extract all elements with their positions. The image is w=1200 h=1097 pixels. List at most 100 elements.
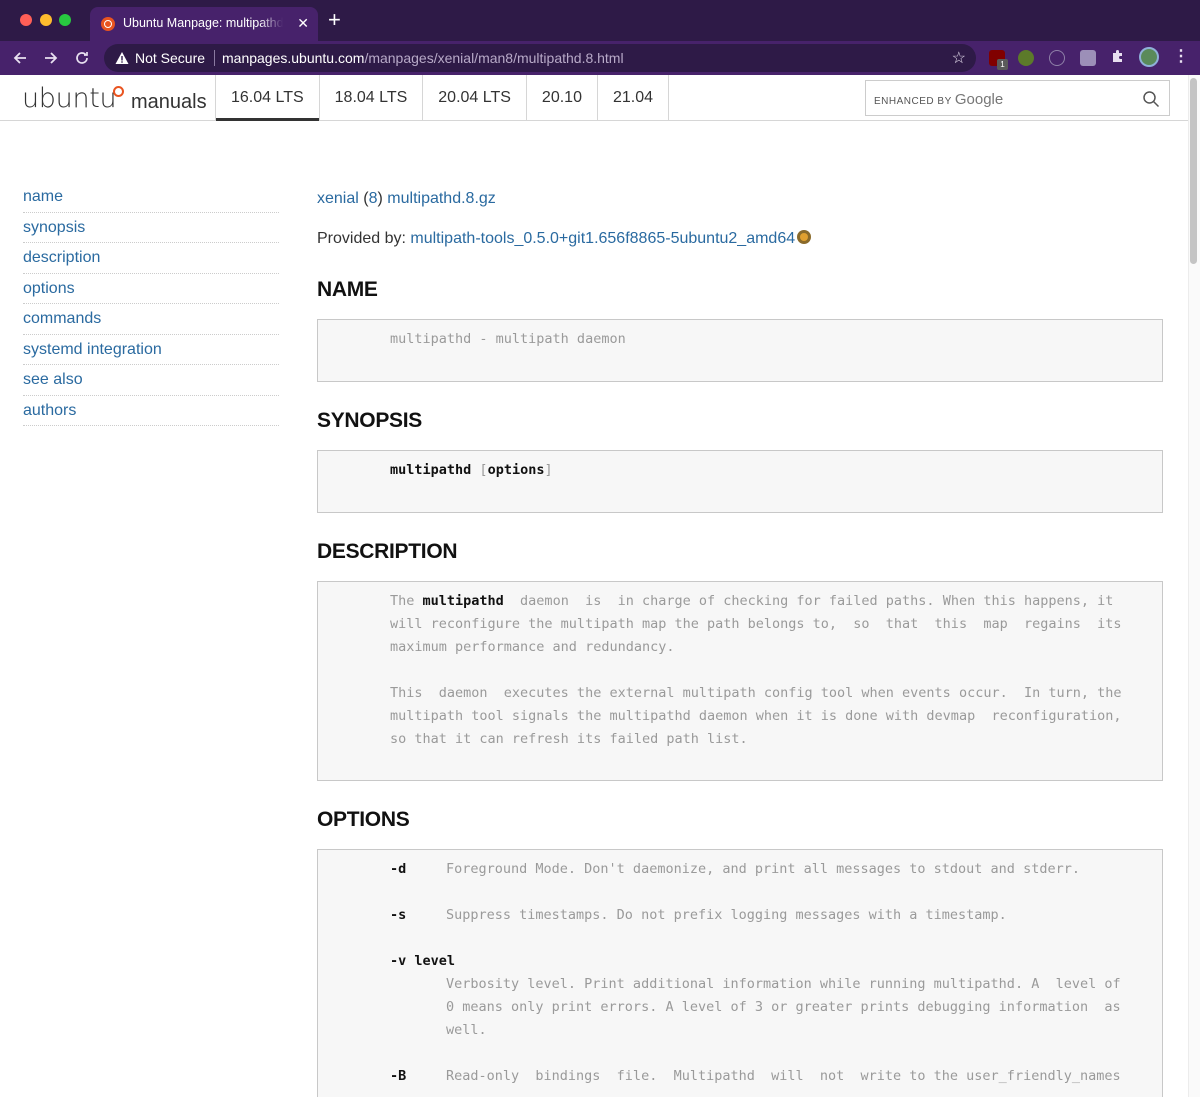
- url-text[interactable]: manpages.ubuntu.com/manpages/xenial/man8…: [222, 50, 624, 66]
- description-box: The multipathd daemon is in charge of ch…: [317, 581, 1163, 781]
- camera-extension-icon[interactable]: [1080, 50, 1096, 66]
- package-link[interactable]: multipath-tools_0.5.0+git1.656f8865-5ubu…: [410, 230, 795, 247]
- reload-button[interactable]: [71, 47, 93, 69]
- warning-icon: [115, 52, 129, 64]
- heading-synopsis: SYNOPSIS: [317, 409, 422, 432]
- ubuntu-favicon-icon: [101, 17, 115, 31]
- manpage-content: xenial (8) multipathd.8.gz Provided by: …: [317, 190, 1163, 1097]
- option-v: -v level: [390, 950, 1162, 973]
- desc-p1-bold: multipathd: [422, 593, 504, 609]
- option-d: -d Foreground Mode. Don't daemonize, and …: [390, 858, 1162, 881]
- extension-badge: 1: [997, 59, 1008, 70]
- back-button[interactable]: [9, 47, 31, 69]
- extensions-puzzle-icon[interactable]: [1110, 48, 1128, 66]
- search-placeholder: ENHANCED BY Google: [874, 91, 1003, 108]
- ubuntu-logo[interactable]: ubuntu: [22, 83, 117, 114]
- desc-p1-l1: daemon is in charge of checking for fail…: [503, 593, 1114, 609]
- option-b-flag: -B: [390, 1068, 407, 1084]
- browser-menu-icon[interactable]: ⋮: [1173, 46, 1189, 66]
- search-enhanced-label: ENHANCED BY: [874, 96, 952, 107]
- breadcrumb-file-link[interactable]: multipathd.8.gz: [387, 190, 496, 207]
- search-google-label: Google: [954, 91, 1004, 108]
- heading-description: DESCRIPTION: [317, 540, 458, 563]
- option-s: -s Suppress timestamps. Do not prefix log…: [390, 904, 1162, 927]
- breadcrumb: xenial (8) multipathd.8.gz: [317, 190, 496, 207]
- synopsis-bracket-close: ]: [544, 462, 553, 478]
- synopsis-bracket-open: [: [479, 462, 488, 478]
- desc-blank: [390, 659, 1162, 682]
- tab-title: Ubuntu Manpage: multipathd - m: [123, 16, 283, 30]
- browser-tab-bar: Ubuntu Manpage: multipathd - m ✕ +: [0, 0, 1200, 41]
- sidebar-item-systemd-integration[interactable]: systemd integration: [23, 335, 279, 365]
- sidebar-item-commands[interactable]: commands: [23, 304, 279, 335]
- logo-manuals[interactable]: manuals: [131, 91, 207, 114]
- browser-toolbar: Not Secure manpages.ubuntu.com/manpages/…: [0, 41, 1200, 75]
- desc-line: so that it can refresh its failed path l…: [390, 731, 748, 747]
- sidebar-item-see-also[interactable]: see also: [23, 365, 279, 396]
- tab-version-21-04[interactable]: 21.04: [596, 75, 670, 121]
- wv-extension-icon[interactable]: [1018, 50, 1034, 66]
- url-host: manpages.ubuntu.com: [222, 50, 365, 66]
- maximize-window-button[interactable]: [59, 14, 71, 26]
- page-scrollbar-thumb[interactable]: [1190, 78, 1197, 264]
- browser-tab-active[interactable]: Ubuntu Manpage: multipathd - m ✕: [90, 7, 318, 41]
- sidebar-item-options[interactable]: options: [23, 274, 279, 304]
- desc-p1-pre: The: [390, 593, 423, 609]
- option-b: -B Read-only bindings file. Multipathd wi…: [390, 1065, 1162, 1088]
- sidebar-item-synopsis[interactable]: synopsis: [23, 213, 279, 243]
- option-v-line: well.: [446, 1022, 487, 1038]
- desc-line: This daemon executes the external multip…: [390, 685, 1122, 701]
- site-header: ubuntu manuals 16.04 LTS 18.04 LTS 20.04…: [0, 75, 1188, 121]
- address-bar[interactable]: Not Secure manpages.ubuntu.com/manpages/…: [104, 44, 976, 72]
- ubuntu-circle-icon: [113, 86, 124, 97]
- forward-button[interactable]: [40, 47, 62, 69]
- info-extension-icon[interactable]: [1049, 50, 1065, 66]
- heading-name: NAME: [317, 278, 378, 301]
- options-box: -d Foreground Mode. Don't daemonize, and …: [317, 849, 1163, 1097]
- tab-version-20-04[interactable]: 20.04 LTS: [422, 75, 526, 121]
- synopsis-command: multipathd: [390, 462, 472, 478]
- search-button[interactable]: [1132, 80, 1170, 116]
- tab-close-icon[interactable]: ✕: [297, 14, 309, 32]
- section-sidebar: name synopsis description options comman…: [23, 182, 279, 426]
- desc-line: maximum performance and redundancy.: [390, 639, 675, 655]
- synopsis-box: multipathd [options]: [317, 450, 1163, 513]
- name-box: multipathd - multipath daemon: [317, 319, 1163, 382]
- options-blank: [390, 881, 1162, 904]
- option-v-line: 0 means only print errors. A level of 3 …: [446, 999, 1121, 1015]
- back-arrow-icon: [13, 52, 26, 64]
- option-v-line: Verbosity level. Print additional inform…: [446, 976, 1121, 992]
- new-tab-button[interactable]: +: [328, 9, 341, 31]
- provided-by-label: Provided by:: [317, 230, 406, 247]
- reload-icon: [76, 52, 88, 64]
- breadcrumb-release-link[interactable]: xenial: [317, 190, 359, 207]
- synopsis-line: multipathd [options]: [390, 459, 1162, 482]
- desc-line: will reconfigure the multipath map the p…: [390, 616, 1122, 632]
- close-window-button[interactable]: [20, 14, 32, 26]
- option-s-flag: -s: [390, 907, 407, 923]
- sidebar-item-description[interactable]: description: [23, 243, 279, 274]
- tab-version-20-10[interactable]: 20.10: [525, 75, 597, 121]
- url-path: /manpages/xenial/man8/multipathd.8.html: [364, 50, 624, 66]
- synopsis-options: options: [487, 462, 545, 478]
- provided-by: Provided by: multipath-tools_0.5.0+git1.…: [317, 230, 1163, 250]
- profile-avatar[interactable]: [1139, 47, 1159, 67]
- breadcrumb-section-link[interactable]: 8: [369, 190, 378, 207]
- heading-options: OPTIONS: [317, 808, 410, 831]
- tab-version-16-04[interactable]: 16.04 LTS: [215, 75, 319, 121]
- search-input[interactable]: ENHANCED BY Google: [865, 80, 1133, 116]
- url-separator: [214, 50, 215, 66]
- desc-line: The multipathd daemon is in charge of ch…: [390, 590, 1162, 613]
- sidebar-item-authors[interactable]: authors: [23, 396, 279, 426]
- minimize-window-button[interactable]: [40, 14, 52, 26]
- not-secure-label[interactable]: Not Secure: [135, 50, 205, 66]
- sidebar-item-name[interactable]: name: [23, 182, 279, 213]
- option-d-text: Foreground Mode. Don't daemonize, and pr…: [446, 861, 1080, 877]
- bug-report-icon[interactable]: [797, 230, 812, 244]
- option-d-flag: -d: [390, 861, 407, 877]
- forward-arrow-icon: [45, 52, 58, 64]
- bookmark-star-icon[interactable]: ☆: [952, 48, 966, 68]
- search-icon: [1143, 91, 1160, 108]
- tab-version-18-04[interactable]: 18.04 LTS: [318, 75, 423, 121]
- option-s-text: Suppress timestamps. Do not prefix loggi…: [446, 907, 1007, 923]
